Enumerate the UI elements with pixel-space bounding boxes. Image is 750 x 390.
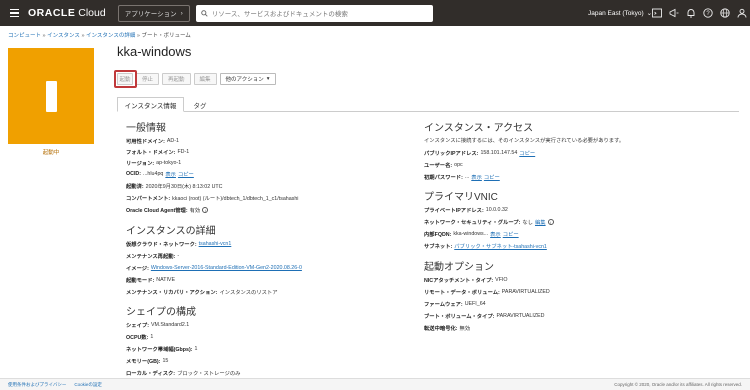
help-icon[interactable]: ? [703, 8, 713, 18]
initial-password-row: 初期パスワード:... 表示 コピー [424, 173, 500, 181]
svg-text:?: ? [706, 11, 710, 17]
nsg-edit-link[interactable]: 編集 [535, 218, 546, 226]
cloud-shell-icon[interactable] [652, 8, 662, 18]
nic-attachment-row: NICアタッチメント・タイプ: VFIO [424, 277, 508, 284]
bell-icon[interactable] [686, 8, 696, 18]
region-selector[interactable]: Japan East (Tokyo) ⌄ [588, 0, 652, 26]
cookie-settings-link[interactable]: Cookieの設定 [74, 382, 102, 387]
private-ip-row: プライベートIPアドレス: 10.0.0.32 [424, 207, 508, 214]
memory-row: メモリー(GB): 15 [126, 358, 169, 365]
search-input[interactable]: リソース、サービスおよびドキュメントの検索 [195, 4, 433, 22]
applications-button[interactable]: アプリケーション › [117, 4, 190, 22]
primary-vnic-heading: プライマリVNIC [424, 192, 498, 203]
public-ip-copy-link[interactable]: コピー [519, 149, 535, 157]
launch-options-heading: 起動オプション [424, 262, 494, 273]
instance-icon [45, 80, 57, 112]
shape-config-heading: シェイプの構成 [126, 307, 196, 318]
recovery-action-row: メンテナンス・リカバリ・アクション: インスタンスのリストア [126, 290, 278, 296]
remote-volume-row: リモート・データ・ボリューム: PARAVIRTUALIZED [424, 289, 550, 296]
launch-mode-row: 起動モード: NATIVE [126, 277, 175, 284]
top-bar: ORACLE Cloud アプリケーション › リソース、サービスおよびドキュメン… [0, 0, 750, 26]
ocpu-row: OCPU数: 1 [126, 334, 154, 341]
ocid-row: OCID: ...hlu4pq 表示 コピー [126, 170, 194, 178]
highlight-box [114, 70, 137, 88]
in-transit-encryption-row: 転送中暗号化: 無効 [424, 326, 471, 332]
globe-icon[interactable] [720, 8, 730, 18]
oracle-cloud-logo[interactable]: ORACLE Cloud [28, 7, 106, 19]
instance-access-heading: インスタンス・アクセス [424, 123, 534, 134]
password-copy-link[interactable]: コピー [484, 173, 500, 181]
tab-tags[interactable]: タグ [191, 97, 209, 112]
cloud-agent-row: Oracle Cloud Agent管理: 有効 i [126, 206, 209, 214]
search-icon [200, 9, 208, 17]
image-row: イメージ: Windows-Server-2016-Standard-Editio… [126, 265, 302, 272]
subnet-row: サブネット: パブリック・サブネット-tsahashi-vcn1 [424, 242, 547, 250]
reboot-button[interactable]: 再起動 [162, 73, 191, 85]
password-show-link[interactable]: 表示 [471, 173, 482, 181]
stop-button[interactable]: 停止 [136, 73, 160, 85]
instance-details-heading: インスタンスの詳細 [126, 226, 216, 237]
ocid-show-link[interactable]: 表示 [165, 170, 176, 178]
fault-domain-row: フォルト・ドメイン: FD-1 [126, 149, 190, 156]
launched-row: 起動済: 2020年9月30日(木) 8:13:02 UTC [126, 184, 223, 190]
boot-volume-type-row: ブート・ボリューム・タイプ: PARAVIRTUALIZED [424, 313, 545, 320]
action-toolbar: 起動 停止 再起動 編集 他のアクション ▾ [117, 73, 276, 85]
bandwidth-row: ネットワーク帯域幅(Gbps): 1 [126, 346, 198, 353]
subnet-link[interactable]: パブリック・サブネット-tsahashi-vcn1 [454, 242, 547, 250]
nsg-row: ネットワーク・セキュリティ・グループ: なし 編集 i [424, 218, 554, 226]
breadcrumb-boot-volume[interactable]: ブート・ボリューム [141, 33, 190, 39]
edit-button[interactable]: 編集 [193, 73, 217, 85]
availability-domain-row: 可用性ドメイン: AD-1 [126, 138, 179, 145]
announcements-icon[interactable] [669, 8, 679, 18]
info-icon[interactable]: i [202, 207, 209, 213]
fqdn-show-link[interactable]: 表示 [490, 230, 501, 238]
local-disk-row: ローカル・ディスク: ブロック・ストレージのみ [126, 371, 241, 377]
maintenance-reboot-row: メンテナンス再起動: - [126, 253, 180, 260]
tab-bar: インスタンス情報 タグ [117, 97, 739, 112]
general-info-heading: 一般情報 [126, 123, 166, 134]
breadcrumb-instance-details[interactable]: インスタンスの詳細 [86, 33, 135, 39]
public-ip-row: パブリックIPアドレス: 158.101.147.54 コピー [424, 149, 536, 157]
compartment-row: コンパートメント: kkaoci (root) (ルート)/dbtech_1/db… [126, 196, 299, 202]
access-description: インスタンスに接続するには、そのインスタンスが実行されている必要があります。 [424, 138, 625, 144]
chevron-right-icon: › [180, 9, 183, 17]
image-link[interactable]: Windows-Server-2016-Standard-Edition-VM-… [151, 265, 302, 271]
more-actions-button[interactable]: 他のアクション ▾ [219, 73, 276, 85]
shape-row: シェイプ: VM.Standard2.1 [126, 322, 190, 329]
info-icon[interactable]: i [547, 219, 554, 225]
caret-down-icon: ▾ [266, 76, 270, 82]
vcn-row: 仮想クラウド・ネットワーク: tsahashi-vcn1 [126, 241, 232, 248]
copyright-text: Copyright © 2020, Oracle and/or its affi… [614, 382, 742, 387]
fqdn-copy-link[interactable]: コピー [503, 230, 519, 238]
user-profile-icon[interactable] [737, 8, 747, 18]
region-row: リージョン: ap-tokyo-1 [126, 160, 182, 167]
firmware-row: ファームウェア: UEFI_64 [424, 301, 486, 308]
ocid-copy-link[interactable]: コピー [178, 170, 194, 178]
tab-instance-info[interactable]: インスタンス情報 [117, 97, 184, 112]
breadcrumb: コンピュート » インスタンス » インスタンスの詳細 » ブート・ボリューム [8, 33, 191, 39]
footer: 使用条件およびプライバシー Cookieの設定 Copyright © 2020,… [0, 378, 750, 390]
terms-link[interactable]: 使用条件およびプライバシー [8, 382, 66, 387]
username-row: ユーザー名: opc [424, 162, 463, 169]
breadcrumb-compute[interactable]: コンピュート [8, 33, 41, 39]
page-title: kka-windows [117, 44, 192, 59]
breadcrumb-instances[interactable]: インスタンス [47, 33, 80, 39]
vcn-link[interactable]: tsahashi-vcn1 [199, 241, 232, 247]
hamburger-menu-icon[interactable] [6, 0, 22, 26]
instance-status-tile [8, 48, 94, 144]
internal-fqdn-row: 内部FQDN: kka-windows... 表示 コピー [424, 230, 519, 238]
instance-state-label: 起動中 [42, 150, 60, 156]
